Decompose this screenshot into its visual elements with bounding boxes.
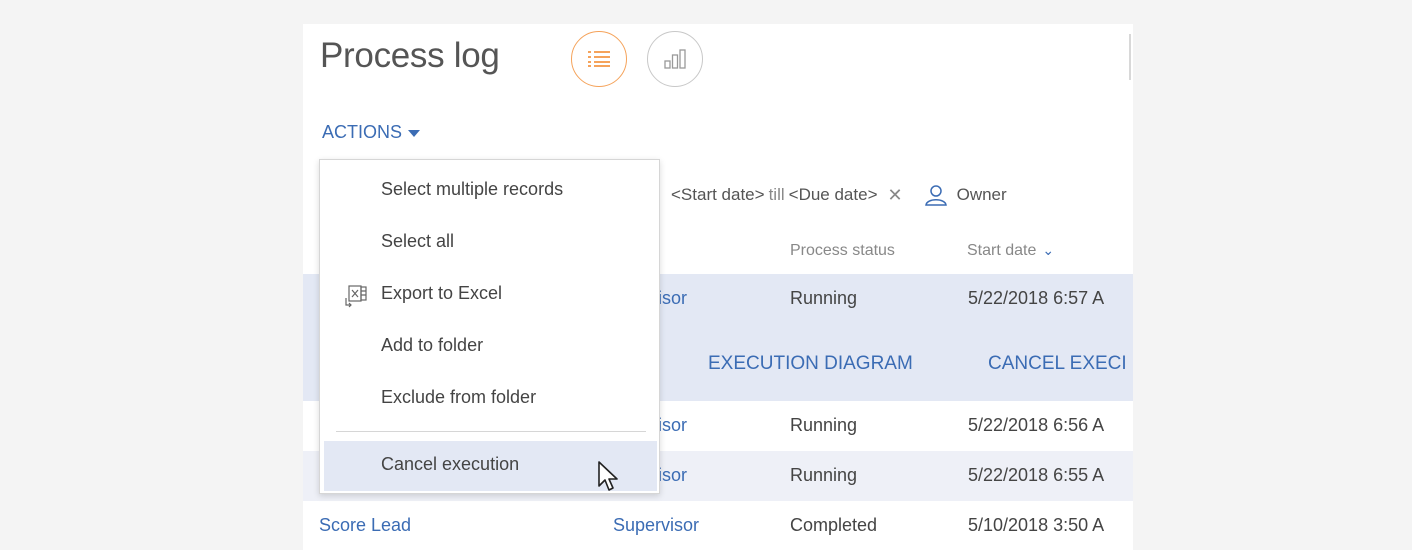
list-view-button[interactable] <box>571 31 627 87</box>
close-icon[interactable]: ✕ <box>888 185 903 206</box>
column-start-date[interactable]: Start date ⌄ <box>967 242 1054 260</box>
bar-chart-icon <box>664 49 686 69</box>
menu-item-label: Exclude from folder <box>381 387 537 407</box>
user-icon <box>924 185 947 206</box>
execution-diagram-button[interactable]: EXECUTION DIAGRAM <box>708 353 913 375</box>
menu-item-export-to-excel[interactable]: Export to Excel <box>320 270 659 320</box>
analytics-view-button[interactable] <box>647 31 703 87</box>
start-date-cell: 5/22/2018 6:56 A <box>968 415 1105 435</box>
filter-due-date: <Due date> <box>788 185 878 204</box>
menu-item-label: Add to folder <box>381 335 484 355</box>
menu-item-label: Cancel execution <box>381 454 520 474</box>
caret-down-icon <box>408 129 421 137</box>
search-box-edge[interactable] <box>1129 34 1131 80</box>
menu-item-label: Export to Excel <box>381 283 503 303</box>
excel-export-icon <box>344 284 368 313</box>
menu-item-label: Select multiple records <box>381 179 564 199</box>
owner-filter[interactable]: Owner <box>924 184 1007 206</box>
actions-menu: Select multiple records Select all Expor… <box>319 159 660 494</box>
column-start-date-label: Start date <box>967 242 1037 259</box>
start-date-cell: 5/22/2018 6:57 A <box>968 288 1105 308</box>
mouse-pointer-icon <box>598 461 618 491</box>
menu-item-exclude-from-folder[interactable]: Exclude from folder <box>320 374 659 424</box>
cancel-execution-button[interactable]: CANCEL EXECI <box>988 353 1127 375</box>
status-cell: Completed <box>790 515 878 535</box>
start-date-cell: 5/10/2018 3:50 A <box>968 515 1105 535</box>
filter-till: till <box>768 185 785 204</box>
owner-filter-label: Owner <box>956 185 1007 204</box>
menu-item-select-all[interactable]: Select all <box>320 218 659 268</box>
menu-item-select-multiple-records[interactable]: Select multiple records <box>320 166 659 216</box>
owner-cell[interactable]: Supervisor <box>613 515 699 536</box>
menu-item-label: Select all <box>381 231 455 251</box>
filter-start-date: <Start date> <box>671 185 765 204</box>
actions-dropdown[interactable]: ACTIONS <box>322 122 421 143</box>
column-process-status[interactable]: Process status <box>790 242 895 260</box>
status-cell: Running <box>790 465 858 485</box>
table-row[interactable]: Score Lead Supervisor Completed 5/10/201… <box>303 501 1133 550</box>
list-icon <box>588 51 610 67</box>
start-date-cell: 5/22/2018 6:55 A <box>968 465 1105 485</box>
process-name-cell[interactable]: Score Lead <box>319 515 411 536</box>
date-filter[interactable]: <Start date> till <Due date> ✕ Owner <box>671 184 1007 206</box>
sort-descending-icon[interactable]: ⌄ <box>1042 242 1054 258</box>
status-cell: Running <box>790 415 858 435</box>
actions-label: ACTIONS <box>322 122 403 142</box>
menu-divider <box>336 431 646 432</box>
status-cell: Running <box>790 288 858 308</box>
page-title: Process log <box>320 36 500 75</box>
menu-item-add-to-folder[interactable]: Add to folder <box>320 322 659 372</box>
